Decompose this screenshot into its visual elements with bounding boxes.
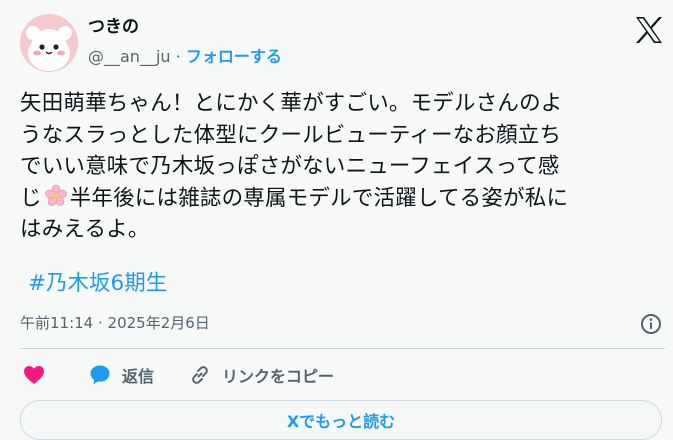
x-logo-icon[interactable] xyxy=(634,16,664,44)
speech-bubble-icon xyxy=(90,365,110,385)
tweet-line: 矢田萌華ちゃん！とにかく華がすごい。モデルさんのよ xyxy=(20,91,563,116)
tweet-line: じ 半年後には雑誌の専属モデルで活躍してる姿が私に xyxy=(20,183,660,215)
divider xyxy=(20,348,665,349)
chiikawa-avatar-icon xyxy=(20,14,78,72)
heart-icon xyxy=(24,366,44,384)
link-icon xyxy=(192,366,208,384)
timestamp[interactable]: 午前11:14 · 2025年2月6日 xyxy=(20,313,210,333)
tweet-line-part: 半年後には雑誌の専属モデルで活躍してる姿が私に xyxy=(69,185,569,211)
follow-link[interactable]: フォローする xyxy=(186,47,282,66)
copy-link-label: リンクをコピー xyxy=(222,367,335,386)
cherry-blossom-icon xyxy=(44,184,67,206)
hashtag-link[interactable]: #乃木坂6期生 xyxy=(28,268,167,299)
tweet-line: でいい意味で乃木坂っぽさがないニューフェイスって感 xyxy=(20,154,560,179)
reply-label: 返信 xyxy=(122,367,155,386)
handle-row: @__an__ju · フォローする xyxy=(88,46,282,68)
tweet-line: はみえるよ。 xyxy=(20,217,150,242)
display-name[interactable]: つきの xyxy=(88,16,139,38)
action-bar: 返信 リンクをコピー xyxy=(20,360,660,390)
tweet-line-part: じ xyxy=(20,185,42,211)
tweet-text: 矢田萌華ちゃん！とにかく華がすごい。モデルさんのよ うなスラっとした体型にクール… xyxy=(20,88,660,246)
read-more-button[interactable]: Xでもっと読む xyxy=(20,400,662,440)
copy-link-button[interactable]: リンクをコピー xyxy=(188,360,334,390)
like-button[interactable] xyxy=(22,360,46,390)
info-icon[interactable] xyxy=(640,313,662,335)
avatar[interactable] xyxy=(20,14,78,72)
tweet-line: うなスラっとした体型にクールビューティーなお顔立ち xyxy=(20,122,562,148)
reply-button[interactable]: 返信 xyxy=(88,360,154,390)
handle-separator: · xyxy=(175,47,181,66)
user-handle[interactable]: @__an__ju xyxy=(88,47,171,66)
tweet-embed-card: つきの @__an__ju · フォローする 矢田萌華ちゃん！とにかく華がすごい… xyxy=(0,0,673,440)
